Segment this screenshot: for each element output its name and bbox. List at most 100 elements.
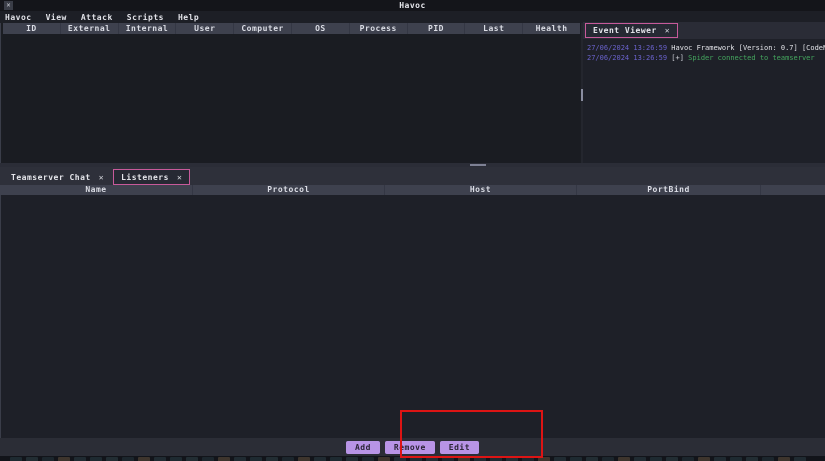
- taskbar-item[interactable]: [794, 457, 806, 461]
- taskbar-item[interactable]: [362, 457, 374, 461]
- sessions-col-external[interactable]: External: [61, 23, 119, 34]
- bottom-tab-bar: Teamserver Chat ✕ Listeners ✕: [0, 167, 825, 185]
- taskbar-item[interactable]: [330, 457, 342, 461]
- taskbar-item[interactable]: [682, 457, 694, 461]
- taskbar-item[interactable]: [138, 457, 150, 461]
- taskbar-item[interactable]: [730, 457, 742, 461]
- taskbar-item[interactable]: [202, 457, 214, 461]
- taskbar-item[interactable]: [538, 457, 550, 461]
- taskbar-item[interactable]: [90, 457, 102, 461]
- menu-havoc[interactable]: Havoc: [5, 13, 32, 22]
- sessions-col-health[interactable]: Health: [523, 23, 580, 34]
- taskbar-item[interactable]: [474, 457, 486, 461]
- listeners-action-bar: Add Remove Edit: [0, 438, 825, 456]
- close-icon[interactable]: ✕: [665, 26, 670, 35]
- menu-help[interactable]: Help: [178, 13, 199, 22]
- taskbar-item[interactable]: [554, 457, 566, 461]
- tab-event-viewer-label: Event Viewer: [593, 26, 657, 35]
- sessions-panel: ID External Internal User Computer OS Pr…: [0, 23, 581, 163]
- sessions-col-computer[interactable]: Computer: [234, 23, 292, 34]
- taskbar-item[interactable]: [490, 457, 502, 461]
- taskbar-item[interactable]: [714, 457, 726, 461]
- taskbar-item[interactable]: [458, 457, 470, 461]
- taskbar-item[interactable]: [26, 457, 38, 461]
- taskbar-item[interactable]: [298, 457, 310, 461]
- title-bar: ✕ Havoc: [0, 0, 825, 11]
- taskbar-item[interactable]: [218, 457, 230, 461]
- taskbar-item[interactable]: [778, 457, 790, 461]
- close-icon[interactable]: ✕: [177, 173, 182, 182]
- taskbar-item[interactable]: [314, 457, 326, 461]
- window-title: Havoc: [399, 1, 426, 10]
- sessions-col-process[interactable]: Process: [350, 23, 408, 34]
- taskbar-item[interactable]: [650, 457, 662, 461]
- taskbar-item[interactable]: [234, 457, 246, 461]
- listeners-table-body: [0, 195, 825, 438]
- horizontal-splitter-handle[interactable]: [470, 164, 486, 166]
- bottom-panel: Teamserver Chat ✕ Listeners ✕ Name Proto…: [0, 167, 825, 456]
- taskbar-item[interactable]: [394, 457, 406, 461]
- event-viewer-log: 27/06/2024 13:26:59 Havoc Framework [Ver…: [583, 39, 825, 163]
- taskbar-item[interactable]: [10, 457, 22, 461]
- taskbar-item[interactable]: [602, 457, 614, 461]
- edit-button[interactable]: Edit: [439, 440, 480, 454]
- listeners-col-protocol[interactable]: Protocol: [193, 185, 385, 195]
- taskbar-item[interactable]: [522, 457, 534, 461]
- taskbar-item[interactable]: [266, 457, 278, 461]
- event-viewer-tab-bar: Event Viewer ✕: [583, 22, 825, 39]
- log-message: Spider connected to teamserver: [688, 54, 815, 62]
- tab-teamserver-chat-label: Teamserver Chat: [11, 172, 91, 182]
- taskbar-item[interactable]: [58, 457, 70, 461]
- close-icon[interactable]: ✕: [99, 173, 104, 182]
- sessions-table-body: [3, 34, 580, 163]
- listeners-col-portbind[interactable]: PortBind: [577, 185, 761, 195]
- log-message: Havoc Framework [Version: 0.7] [CodeName…: [671, 44, 825, 52]
- log-line: 27/06/2024 13:26:59 [+] Spider connected…: [587, 53, 825, 63]
- taskbar-item[interactable]: [154, 457, 166, 461]
- taskbar-item[interactable]: [410, 457, 422, 461]
- taskbar-item[interactable]: [634, 457, 646, 461]
- taskbar-item[interactable]: [42, 457, 54, 461]
- taskbar-item[interactable]: [618, 457, 630, 461]
- taskbar-item[interactable]: [746, 457, 758, 461]
- taskbar-item[interactable]: [250, 457, 262, 461]
- sessions-col-os[interactable]: OS: [292, 23, 350, 34]
- taskbar-item[interactable]: [282, 457, 294, 461]
- log-line: 27/06/2024 13:26:59 Havoc Framework [Ver…: [587, 43, 825, 53]
- listeners-col-host[interactable]: Host: [385, 185, 577, 195]
- sessions-col-last[interactable]: Last: [465, 23, 524, 34]
- menu-scripts[interactable]: Scripts: [127, 13, 164, 22]
- event-viewer-panel: Event Viewer ✕ 27/06/2024 13:26:59 Havoc…: [583, 22, 825, 163]
- taskbar-item[interactable]: [186, 457, 198, 461]
- taskbar-item[interactable]: [506, 457, 518, 461]
- menu-attack[interactable]: Attack: [81, 13, 113, 22]
- taskbar-item[interactable]: [698, 457, 710, 461]
- tab-event-viewer[interactable]: Event Viewer ✕: [585, 23, 679, 38]
- sessions-table-header: ID External Internal User Computer OS Pr…: [3, 23, 580, 34]
- listeners-col-name[interactable]: Name: [0, 185, 193, 195]
- sessions-col-user[interactable]: User: [176, 23, 235, 34]
- taskbar-item[interactable]: [106, 457, 118, 461]
- taskbar-item[interactable]: [170, 457, 182, 461]
- taskbar-item[interactable]: [378, 457, 390, 461]
- taskbar-item[interactable]: [346, 457, 358, 461]
- havoc-window: ✕ Havoc Havoc View Attack Scripts Help I…: [0, 0, 825, 461]
- sessions-col-pid[interactable]: PID: [408, 23, 466, 34]
- listeners-col-filler: [761, 185, 825, 195]
- taskbar-item[interactable]: [74, 457, 86, 461]
- add-button[interactable]: Add: [345, 440, 380, 454]
- taskbar-item[interactable]: [426, 457, 438, 461]
- taskbar-item[interactable]: [586, 457, 598, 461]
- sessions-col-internal[interactable]: Internal: [119, 23, 177, 34]
- taskbar-item[interactable]: [762, 457, 774, 461]
- taskbar-item[interactable]: [442, 457, 454, 461]
- taskbar-item[interactable]: [666, 457, 678, 461]
- remove-button[interactable]: Remove: [384, 440, 435, 454]
- tab-teamserver-chat[interactable]: Teamserver Chat ✕: [4, 169, 111, 185]
- taskbar-item[interactable]: [570, 457, 582, 461]
- taskbar-strip[interactable]: [0, 456, 825, 461]
- taskbar-item[interactable]: [122, 457, 134, 461]
- sessions-col-id[interactable]: ID: [3, 23, 61, 34]
- menu-view[interactable]: View: [46, 13, 67, 22]
- tab-listeners[interactable]: Listeners ✕: [113, 169, 191, 185]
